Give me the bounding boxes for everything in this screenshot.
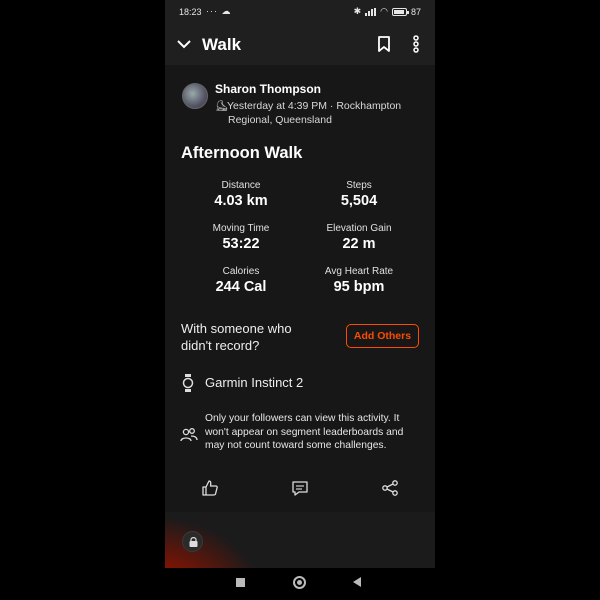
stat-value: 5,504 (340, 193, 378, 209)
system-nav-bar (165, 568, 435, 600)
status-right: ✱ ◠ 87 (354, 6, 421, 17)
chevron-down-icon[interactable] (175, 33, 193, 55)
activity-meta: ⛸Yesterday at 4:39 PM · Rockhampton Regi… (215, 99, 420, 127)
bluetooth-icon: ✱ (353, 6, 362, 16)
page-title: Walk (202, 35, 242, 54)
prompt-line-1: With someone who (181, 321, 292, 336)
add-others-button[interactable]: Add Others (346, 324, 419, 348)
untracked-partner-prompt: With someone who didn't record? (181, 320, 292, 354)
athlete-name[interactable]: Sharon Thompson (215, 82, 321, 96)
stat-elevation-gain: Elevation Gain 22 m (299, 223, 419, 252)
stat-moving-time: Moving Time 53:22 (181, 223, 301, 252)
privacy-notice: Only your followers can view this activi… (205, 413, 404, 451)
prompt-line-2: didn't record? (181, 338, 260, 353)
lock-icon (189, 537, 198, 547)
stat-label: Calories (222, 266, 260, 277)
stat-label: Distance (221, 180, 261, 191)
watch-icon (182, 374, 194, 392)
app-bar: Walk (165, 24, 435, 65)
battery-icon (391, 7, 409, 16)
stat-calories: Calories 244 Cal (181, 266, 301, 295)
activity-card: Sharon Thompson ⛸Yesterday at 4:39 PM · … (165, 65, 435, 512)
followers-icon (180, 428, 198, 442)
recents-button[interactable] (236, 578, 245, 587)
more-vertical-icon[interactable] (408, 34, 424, 54)
stat-value: 22 m (342, 236, 376, 252)
device-name[interactable]: Garmin Instinct 2 (205, 375, 303, 390)
stat-value: 53:22 (222, 236, 260, 252)
wifi-icon: ◠ (380, 6, 388, 16)
map-glow (165, 516, 265, 568)
avatar[interactable] (182, 83, 208, 109)
share-icon[interactable] (381, 479, 399, 497)
stat-label: Elevation Gain (326, 223, 392, 234)
home-button[interactable] (293, 576, 306, 589)
map-preview-card[interactable] (165, 516, 435, 568)
signal-icon (365, 7, 377, 16)
stat-label: Steps (346, 180, 372, 191)
stat-value: 4.03 km (214, 193, 268, 209)
comment-icon[interactable] (291, 479, 309, 497)
activity-location-line2: Regional, Queensland (228, 114, 332, 126)
stat-value: 244 Cal (215, 279, 267, 295)
status-time: 18:23 (179, 7, 202, 17)
stat-steps: Steps 5,504 (299, 180, 419, 209)
stat-distance: Distance 4.03 km (181, 180, 301, 209)
stat-avg-heart-rate: Avg Heart Rate 95 bpm (299, 266, 419, 295)
notification-icons: ··· ☁ (206, 6, 232, 16)
thumbs-up-icon[interactable] (201, 479, 219, 497)
shoe-icon: ⛸ (215, 100, 229, 112)
activity-date-location: Yesterday at 4:39 PM · Rockhampton (227, 100, 402, 112)
phone-screen: 18:23 ··· ☁ ✱ ◠ 87 Walk Sharon Thompson … (165, 0, 435, 600)
stat-label: Avg Heart Rate (324, 266, 394, 277)
back-button[interactable] (353, 577, 361, 587)
lock-badge (182, 531, 203, 552)
battery-level: 87 (410, 6, 421, 17)
stat-value: 95 bpm (333, 279, 385, 295)
activity-title: Afternoon Walk (181, 144, 303, 162)
stat-label: Moving Time (212, 223, 270, 234)
bookmark-icon[interactable] (375, 34, 393, 54)
status-bar: 18:23 ··· ☁ ✱ ◠ 87 (165, 0, 435, 24)
